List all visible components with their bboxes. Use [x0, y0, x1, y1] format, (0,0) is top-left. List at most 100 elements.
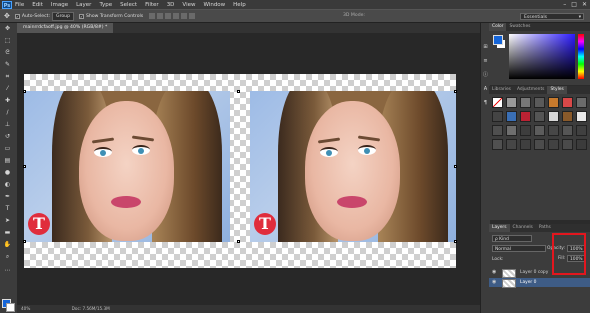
- layer-row[interactable]: ◉ Layer 0: [489, 278, 590, 288]
- style-swatch[interactable]: [548, 125, 559, 136]
- style-swatch[interactable]: [492, 125, 503, 136]
- history-brush-icon[interactable]: ↺: [3, 133, 12, 141]
- color-picker-field[interactable]: [509, 34, 575, 79]
- transform-handle[interactable]: [23, 165, 26, 168]
- path-select-icon[interactable]: ➤: [3, 217, 12, 225]
- style-swatch[interactable]: [562, 111, 573, 122]
- zoom-level[interactable]: 40%: [21, 306, 30, 311]
- align-middle-icon[interactable]: [157, 13, 164, 19]
- style-swatch[interactable]: [506, 139, 517, 150]
- blur-icon[interactable]: ●: [3, 169, 12, 177]
- style-swatch[interactable]: [520, 139, 531, 150]
- menu-help[interactable]: Help: [233, 2, 246, 8]
- style-swatch[interactable]: [534, 97, 545, 108]
- workspace-dropdown[interactable]: Essentials ▾: [520, 13, 584, 20]
- gradient-icon[interactable]: ▤: [3, 157, 12, 165]
- align-top-icon[interactable]: [149, 13, 156, 19]
- tab-color[interactable]: Color: [489, 23, 507, 31]
- align-center-icon[interactable]: [181, 13, 188, 19]
- style-swatch[interactable]: [520, 125, 531, 136]
- transform-handle[interactable]: [454, 165, 457, 168]
- style-swatch[interactable]: [562, 139, 573, 150]
- zoom-icon[interactable]: ⌕: [3, 253, 12, 261]
- blend-mode-dropdown[interactable]: Normal: [492, 245, 546, 252]
- maximize-button[interactable]: □: [571, 1, 577, 8]
- style-swatch[interactable]: [492, 97, 503, 108]
- transform-controls-option[interactable]: ✓ Show Transform Controls: [79, 13, 143, 19]
- type-icon[interactable]: T: [3, 205, 12, 213]
- marquee-icon[interactable]: ⬚: [3, 37, 12, 45]
- style-swatch[interactable]: [576, 139, 587, 150]
- transform-handle[interactable]: [237, 240, 240, 243]
- move-tool-icon[interactable]: ✥: [4, 12, 10, 20]
- menu-edit[interactable]: Edit: [32, 2, 43, 8]
- tab-styles[interactable]: Styles: [547, 86, 567, 94]
- pen-icon[interactable]: ✒: [3, 193, 12, 201]
- visibility-eye-icon[interactable]: ◉: [492, 278, 496, 287]
- auto-select-option[interactable]: ✓ Auto-Select: Group: [14, 11, 75, 21]
- menu-layer[interactable]: Layer: [76, 2, 91, 8]
- style-swatch[interactable]: [548, 139, 559, 150]
- close-button[interactable]: ✕: [582, 1, 587, 8]
- tab-paths[interactable]: Paths: [536, 224, 554, 232]
- crop-icon[interactable]: ⌗: [3, 73, 12, 81]
- align-left-icon[interactable]: [173, 13, 180, 19]
- style-swatch[interactable]: [534, 111, 545, 122]
- align-bottom-icon[interactable]: [165, 13, 172, 19]
- transform-handle[interactable]: [23, 90, 26, 93]
- style-swatch[interactable]: [520, 111, 531, 122]
- menu-window[interactable]: Window: [203, 2, 225, 8]
- transform-controls-checkbox[interactable]: ✓: [79, 13, 85, 19]
- style-swatch[interactable]: [548, 97, 559, 108]
- dodge-icon[interactable]: ◐: [3, 181, 12, 189]
- more-tools-icon[interactable]: ⋯: [3, 267, 12, 275]
- visibility-eye-icon[interactable]: ◉: [492, 268, 496, 277]
- auto-select-dropdown[interactable]: Group: [52, 11, 75, 21]
- style-swatch[interactable]: [492, 111, 503, 122]
- healing-brush-icon[interactable]: ✚: [3, 97, 12, 105]
- style-swatch[interactable]: [548, 111, 559, 122]
- transform-handle[interactable]: [23, 240, 26, 243]
- brush-icon[interactable]: ∕: [3, 109, 12, 117]
- shape-icon[interactable]: ▬: [3, 229, 12, 237]
- photo-layer-right[interactable]: T: [250, 91, 456, 242]
- style-swatch[interactable]: [576, 111, 587, 122]
- quick-select-icon[interactable]: ✎: [3, 61, 12, 69]
- style-swatch[interactable]: [576, 97, 587, 108]
- tab-channels[interactable]: Channels: [510, 224, 536, 232]
- background-color-swatch[interactable]: [6, 303, 15, 312]
- clone-stamp-icon[interactable]: ⊥: [3, 121, 12, 129]
- style-swatch[interactable]: [506, 125, 517, 136]
- style-swatch[interactable]: [534, 139, 545, 150]
- menu-select[interactable]: Select: [120, 2, 137, 8]
- eyedropper-icon[interactable]: ⁄: [3, 85, 12, 93]
- hue-slider[interactable]: [578, 34, 584, 79]
- photo-layer-left[interactable]: T: [24, 91, 230, 242]
- style-swatch[interactable]: [520, 97, 531, 108]
- transform-handle[interactable]: [454, 240, 457, 243]
- align-right-icon[interactable]: [189, 13, 196, 19]
- document-tab[interactable]: mainrrdcfaoff.jpg @ 40% (RGB/8#) *: [17, 23, 114, 33]
- tab-adjustments[interactable]: Adjustments: [514, 86, 548, 94]
- style-swatch[interactable]: [562, 125, 573, 136]
- menu-file[interactable]: File: [15, 2, 24, 8]
- minimize-button[interactable]: –: [563, 1, 566, 8]
- move-icon[interactable]: ✥: [3, 25, 12, 33]
- menu-3d[interactable]: 3D: [167, 2, 175, 8]
- lasso-icon[interactable]: ᘓ: [3, 49, 12, 57]
- layer-filter-kind[interactable]: ρ Kind: [492, 235, 532, 242]
- style-swatch[interactable]: [562, 97, 573, 108]
- tab-layers[interactable]: Layers: [489, 224, 510, 232]
- menu-filter[interactable]: Filter: [145, 2, 159, 8]
- eraser-icon[interactable]: ▭: [3, 145, 12, 153]
- style-swatch[interactable]: [534, 125, 545, 136]
- style-swatch[interactable]: [576, 125, 587, 136]
- transform-handle[interactable]: [237, 90, 240, 93]
- transform-handle[interactable]: [454, 90, 457, 93]
- hand-icon[interactable]: ✋: [3, 241, 12, 249]
- auto-select-checkbox[interactable]: ✓: [14, 13, 20, 19]
- menu-type[interactable]: Type: [99, 2, 112, 8]
- style-swatch[interactable]: [506, 97, 517, 108]
- menu-image[interactable]: Image: [51, 2, 68, 8]
- style-swatch[interactable]: [506, 111, 517, 122]
